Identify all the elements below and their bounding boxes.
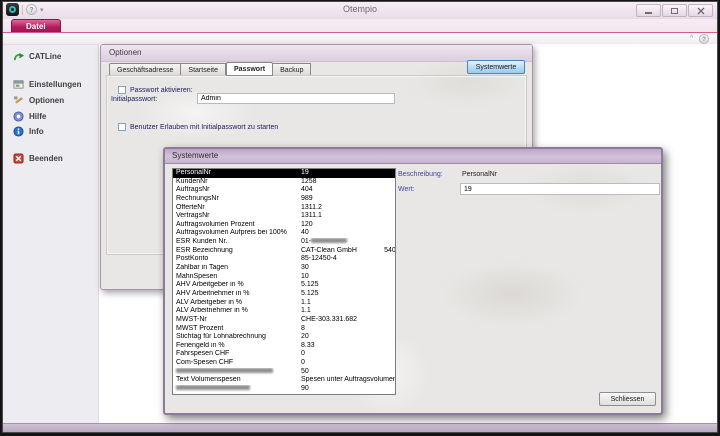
sidebar-item-label: CATLine xyxy=(29,52,61,61)
status-bar xyxy=(3,423,717,432)
table-row[interactable]: Fahrspesen CHF0 xyxy=(173,350,395,359)
ribbon-help-icon[interactable]: ? xyxy=(699,34,709,44)
table-row[interactable]: AHV Arbeitnehmer in %5.125 xyxy=(173,290,395,299)
table-row[interactable]: Text VolumenspesenSpesen unter Auftragsv… xyxy=(173,376,395,385)
sidebar: CATLine Einstellungen Optionen xyxy=(3,44,99,424)
redacted-label xyxy=(176,368,273,373)
systemwerte-dialog: Systemwerte PersonalNr19KundenNr1258Auft… xyxy=(163,147,663,415)
sidebar-item-catline[interactable]: CATLine xyxy=(13,51,61,62)
table-row[interactable]: Com-Spesen CHF0 xyxy=(173,359,395,368)
passwort-aktivieren-label: Passwort aktivieren: xyxy=(130,87,193,94)
table-row[interactable]: MWST Prozent8 xyxy=(173,325,395,334)
minimize-icon xyxy=(645,12,652,14)
close-icon xyxy=(697,7,705,15)
maximize-icon xyxy=(671,8,678,14)
ribbon-tab-datei[interactable]: Datei xyxy=(11,19,61,32)
ribbon-tab-strip: Datei xyxy=(3,19,717,32)
close-button[interactable] xyxy=(688,4,713,17)
table-row[interactable]: MWST-NrCHE-303.331.682 xyxy=(173,316,395,325)
wert-input[interactable] xyxy=(460,183,660,195)
title-bar: ? ▾ Otempio xyxy=(3,2,717,20)
table-row[interactable]: KundenNr1258 xyxy=(173,178,395,187)
passwort-aktivieren-checkbox[interactable] xyxy=(118,86,126,94)
sidebar-item-label: Info xyxy=(29,127,44,136)
tools-icon xyxy=(13,95,24,106)
table-row[interactable]: 50 xyxy=(173,368,395,377)
redacted-value xyxy=(311,238,347,243)
table-row[interactable]: Auftragsvolumen Aufpreis bei 100%40 xyxy=(173,229,395,238)
table-row[interactable]: AuftragsNr404 xyxy=(173,186,395,195)
settings-window-icon xyxy=(13,79,24,90)
minimize-button[interactable] xyxy=(636,4,661,17)
catline-arrows-icon xyxy=(13,51,24,62)
table-row[interactable]: MahnSpesen10 xyxy=(173,273,395,282)
table-row[interactable]: Auftragsvolumen Prozent120 xyxy=(173,221,395,230)
table-row[interactable]: ESR Kunden Nr.01- xyxy=(173,238,395,247)
sidebar-item-label: Hilfe xyxy=(29,112,46,121)
sidebar-item-optionen[interactable]: Optionen xyxy=(13,95,64,106)
table-row[interactable]: RechnungsNr989 xyxy=(173,195,395,204)
main-window: ? ▾ Otempio Datei ^ ? xyxy=(2,1,718,433)
maximize-button[interactable] xyxy=(662,4,687,17)
help-lifebuoy-icon xyxy=(13,111,24,122)
table-row[interactable]: Zahlbar in Tagen30 xyxy=(173,264,395,273)
schliessen-button[interactable]: Schliessen xyxy=(599,392,656,406)
exit-red-x-icon xyxy=(13,153,24,164)
ribbon-collapse-icon[interactable]: ^ xyxy=(690,35,693,42)
sidebar-item-label: Beenden xyxy=(29,154,63,163)
systemwerte-dialog-title: Systemwerte xyxy=(165,149,661,164)
sidebar-item-beenden[interactable]: Beenden xyxy=(13,153,63,164)
systemwerte-button[interactable]: Systemwerte xyxy=(467,60,525,74)
initialpasswort-label: Initialpasswort: xyxy=(111,96,157,103)
info-circle-icon xyxy=(13,126,24,137)
window-title: Otempio xyxy=(3,4,717,14)
sidebar-item-info[interactable]: Info xyxy=(13,126,44,137)
sidebar-item-label: Optionen xyxy=(29,96,64,105)
benutzer-erlauben-row: Benutzer Erlauben mit Initialpasswort zu… xyxy=(118,123,278,131)
beschreibung-value: PersonalNr xyxy=(462,171,497,178)
table-row[interactable]: Feriengeld in %8.33 xyxy=(173,342,395,351)
table-row[interactable]: AHV Arbeitgeber in %5.125 xyxy=(173,281,395,290)
table-row[interactable]: 90 xyxy=(173,385,395,394)
sidebar-item-hilfe[interactable]: Hilfe xyxy=(13,111,46,122)
benutzer-erlauben-checkbox[interactable] xyxy=(118,123,126,131)
beschreibung-label: Beschreibung: xyxy=(398,171,443,178)
passwort-aktivieren-row: Passwort aktivieren: xyxy=(118,86,193,94)
table-row[interactable]: VertragsNr1311.1 xyxy=(173,212,395,221)
initialpasswort-input[interactable] xyxy=(197,93,395,104)
optionen-tabs: Geschäftsadresse Startseite Passwort Bac… xyxy=(109,62,311,76)
table-row[interactable]: OfferteNr1311.2 xyxy=(173,204,395,213)
benutzer-erlauben-label: Benutzer Erlauben mit Initialpasswort zu… xyxy=(130,124,278,131)
table-row[interactable]: ALV Arbeitgeber in %1.1 xyxy=(173,299,395,308)
table-row[interactable]: Stichtag für Lohnabrechnung20 xyxy=(173,333,395,342)
tab-passwort[interactable]: Passwort xyxy=(226,62,273,76)
table-row[interactable]: ESR BezeichnungCAT-Clean GmbH 5405 L xyxy=(173,247,395,256)
wert-label: Wert: xyxy=(398,186,415,193)
sidebar-item-label: Einstellungen xyxy=(29,80,81,89)
redacted-label xyxy=(176,385,250,390)
table-row[interactable]: PersonalNr19 xyxy=(173,169,395,178)
table-row[interactable]: PostKonto85-12450-4 xyxy=(173,255,395,264)
sidebar-item-einstellungen[interactable]: Einstellungen xyxy=(13,79,81,90)
table-row[interactable]: ALV Arbeitnehmer in %1.1 xyxy=(173,307,395,316)
systemwerte-table: PersonalNr19KundenNr1258AuftragsNr404Rec… xyxy=(172,168,396,395)
